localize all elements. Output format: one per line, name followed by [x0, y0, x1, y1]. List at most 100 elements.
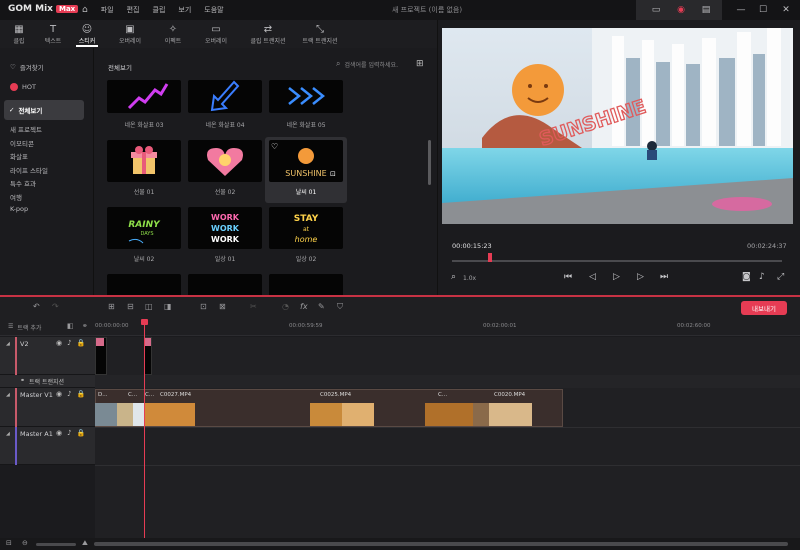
add-sticker-icon[interactable]: ⊡: [330, 170, 336, 178]
sidebar-item-category[interactable]: K-pop: [10, 205, 28, 213]
eye-icon[interactable]: ◉: [56, 429, 62, 437]
sticker-thumb-daily-01[interactable]: WORK WORK WORK: [188, 207, 262, 249]
grid-view-icon[interactable]: ⊞: [416, 59, 424, 69]
pen-icon[interactable]: ✎: [318, 302, 325, 311]
sticker-thumb-partial[interactable]: [269, 274, 343, 295]
redo-icon[interactable]: ↷: [52, 302, 59, 311]
mute-icon[interactable]: ♪: [67, 339, 71, 347]
sidebar-item-category[interactable]: 새 프로젝트: [10, 124, 42, 134]
snapshot-icon[interactable]: ◙: [742, 272, 751, 282]
fx-icon[interactable]: fx: [300, 302, 308, 311]
preview-seek-handle[interactable]: [488, 253, 492, 262]
sidebar-item-category[interactable]: 화살표: [10, 151, 28, 161]
sticker-search[interactable]: ⌕ 검색어를 입력하세요. ⊞: [336, 59, 424, 69]
shield-icon[interactable]: ⛉: [337, 302, 343, 312]
split-icon[interactable]: ⊟: [127, 302, 134, 311]
step-forward-icon[interactable]: ▷: [637, 272, 644, 282]
preview-seekbar[interactable]: [452, 260, 782, 262]
zoom-out-icon[interactable]: ⊖: [22, 539, 28, 547]
grid-scrollbar[interactable]: [428, 140, 431, 185]
skip-end-icon[interactable]: ⏭: [660, 272, 668, 282]
close-button[interactable]: ✕: [778, 2, 794, 18]
collapse-icon[interactable]: ◢: [6, 431, 10, 437]
play-icon[interactable]: ▷: [613, 272, 620, 282]
record-icon[interactable]: ◉: [673, 2, 689, 18]
insert-icon[interactable]: ⊡: [200, 302, 207, 311]
crop-icon[interactable]: ◫: [145, 302, 153, 311]
menu-edit[interactable]: 편집: [127, 5, 140, 15]
svg-text:SUNSHINE: SUNSHINE: [285, 169, 326, 178]
eye-icon[interactable]: ◉: [56, 390, 62, 398]
sticker-thumb-partial[interactable]: [107, 274, 181, 295]
tab-label: 클립 트랜지션: [250, 37, 286, 45]
menu-help[interactable]: 도움말: [204, 5, 223, 15]
skip-start-icon[interactable]: ⏮: [564, 272, 572, 282]
lock-icon[interactable]: 🔒: [77, 429, 86, 437]
cut-icon[interactable]: ✂: [250, 302, 257, 311]
lock-icon[interactable]: 🔒: [77, 390, 86, 398]
volume-icon[interactable]: ♪: [759, 272, 765, 282]
add-media-icon[interactable]: ⊞: [108, 302, 115, 311]
sidebar-item-hot[interactable]: HOT: [10, 83, 36, 91]
sidebar-item-category[interactable]: 특수 효과: [10, 178, 36, 188]
sticker-thumb-weather-02[interactable]: RAINY DAYS: [107, 207, 181, 249]
track-color-marker: [15, 427, 17, 465]
tab-clip-transition[interactable]: ⇄ 클립 트랜지션: [242, 20, 294, 48]
tab-track-transition[interactable]: ⤡ 트랙 트랜지션: [294, 20, 346, 48]
sticker-thumb-neon-arrow-05[interactable]: [269, 80, 343, 113]
lock-icon[interactable]: 🔒: [77, 339, 86, 347]
replace-icon[interactable]: ⊠: [219, 302, 226, 311]
link-icon[interactable]: ⚭: [82, 322, 88, 330]
mute-icon[interactable]: ♪: [67, 390, 71, 398]
home-icon[interactable]: ⌂: [82, 5, 88, 15]
save-icon[interactable]: ▤: [698, 2, 714, 18]
sidebar-item-favorites[interactable]: ♡ 즐겨찾기: [10, 62, 44, 72]
maximize-button[interactable]: ☐: [755, 2, 771, 18]
sticker-thumb-partial[interactable]: [188, 274, 262, 295]
timeline-track-area: [95, 337, 800, 538]
collapse-icon[interactable]: ◢: [6, 392, 10, 398]
tab-overlay-1[interactable]: ▣ 오버레이: [104, 20, 156, 48]
timeline-playhead[interactable]: [144, 320, 145, 538]
menu-view[interactable]: 보기: [178, 5, 191, 15]
mountain-icon[interactable]: ⛰: [82, 539, 88, 548]
tab-clip[interactable]: ▦ 클립: [2, 20, 36, 48]
collapse-icon[interactable]: ◢: [6, 341, 10, 347]
eye-icon[interactable]: ◉: [56, 339, 62, 347]
search-input[interactable]: 검색어를 입력하세요.: [344, 60, 398, 69]
sticker-thumb-gift-02[interactable]: [188, 140, 262, 182]
sticker-thumb-gift-01[interactable]: [107, 140, 181, 182]
sticker-thumb-daily-02[interactable]: STAY at home: [269, 207, 343, 249]
undo-icon[interactable]: ↶: [33, 302, 40, 311]
tab-overlay-2[interactable]: ▭ 오버레이: [190, 20, 242, 48]
search-icon[interactable]: ⌕: [336, 59, 340, 69]
tab-text[interactable]: T 텍스트: [36, 20, 70, 48]
menu-clip[interactable]: 클립: [153, 5, 166, 15]
favorite-heart-icon[interactable]: ♡: [271, 142, 278, 151]
tab-sticker[interactable]: ☺ 스티커: [70, 20, 104, 48]
export-button[interactable]: 내보내기: [741, 301, 787, 315]
sidebar-item-category[interactable]: 이모티콘: [10, 138, 34, 148]
tab-effect[interactable]: ✧ 이펙트: [156, 20, 190, 48]
trim-icon[interactable]: ◨: [164, 302, 172, 311]
sidebar-item-category[interactable]: 여행: [10, 192, 22, 202]
speed-icon[interactable]: ◔: [282, 302, 289, 311]
fit-icon[interactable]: ⊟: [6, 539, 12, 547]
mute-icon[interactable]: ♪: [67, 429, 71, 437]
step-back-icon[interactable]: ◁: [589, 272, 596, 282]
sidebar-item-all[interactable]: ✓ 전체보기: [4, 100, 84, 120]
zoom-slider[interactable]: [36, 543, 76, 546]
fullscreen-icon[interactable]: ⤢: [777, 272, 784, 282]
sidebar-item-category[interactable]: 라이프 스타일: [10, 165, 48, 175]
minimize-button[interactable]: —: [733, 2, 749, 18]
sticker-thumb-neon-arrow-04[interactable]: [188, 80, 262, 113]
menu-file[interactable]: 파일: [101, 5, 114, 15]
track-add[interactable]: ☰ 트랙 추가: [8, 323, 41, 332]
zoom-icon[interactable]: ⌕: [451, 272, 456, 282]
playhead-handle[interactable]: [141, 319, 148, 325]
sticker-thumb-neon-arrow-03[interactable]: [107, 80, 181, 113]
timeline-scrollbar[interactable]: [94, 542, 788, 546]
magnet-icon[interactable]: ◧: [67, 322, 74, 330]
screen-capture-icon[interactable]: ▭: [648, 2, 664, 18]
frame-icon: ▭: [211, 23, 221, 35]
